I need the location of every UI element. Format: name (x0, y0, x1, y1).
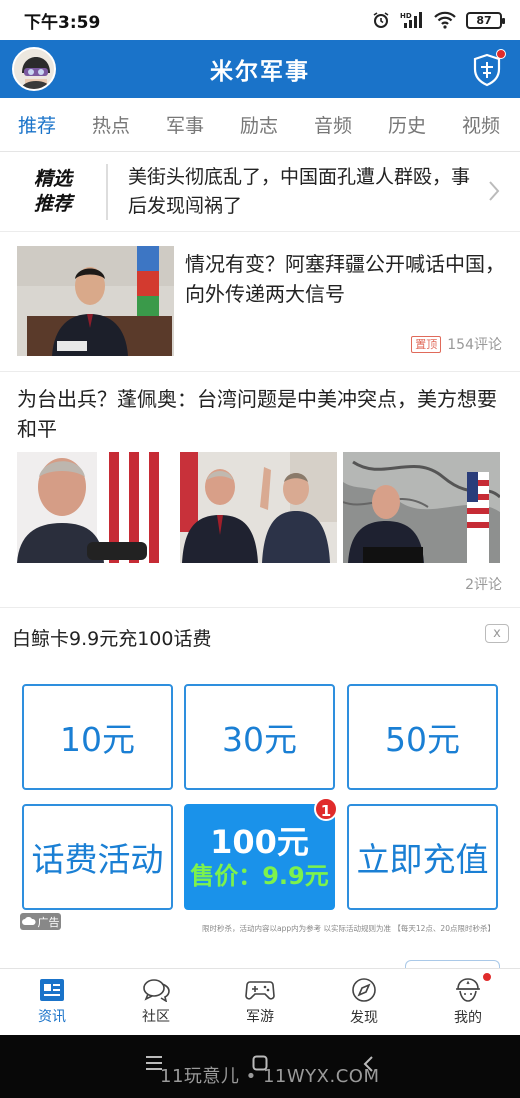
profile-icon (456, 978, 480, 1002)
status-bar: 下午3:59 HD 87 (0, 0, 520, 40)
phone-bill-activity-button[interactable]: 话费活动 (22, 804, 173, 910)
app-header: 米尔军事 (0, 40, 520, 98)
promo-100-card[interactable]: 100元 售价：9.9元 (184, 804, 335, 910)
featured-recommendation[interactable]: 精选 推荐 美街头彻底乱了，中国面孔遭人群殴，事后发现闯祸了 (0, 152, 520, 232)
nav-news-label: 资讯 (38, 1009, 66, 1025)
news-item[interactable]: 为台出兵？蓬佩奥：台湾问题是中美冲突点，美方想要和平 2评论 (0, 372, 520, 608)
news-item[interactable]: 情况有变？阿塞拜疆公开喊话中国，向外传递两大信号 置顶 154评论 (0, 232, 520, 372)
svg-text:HD: HD (400, 12, 412, 20)
chevron-right-icon (489, 181, 500, 201)
featured-title: 美街头彻底乱了，中国面孔遭人群殴，事后发现闯祸了 (128, 165, 471, 217)
ad-label: 广告 (20, 913, 61, 930)
wifi-icon (434, 11, 456, 29)
nav-discover-label: 发现 (350, 1010, 378, 1026)
recharge-option-50[interactable]: 50元 (347, 684, 498, 790)
shield-button[interactable] (468, 49, 506, 89)
gamepad-icon (245, 981, 275, 1000)
status-time: 下午3:59 (24, 12, 101, 33)
tab-audio[interactable]: 音频 (296, 111, 370, 138)
nav-games[interactable]: 军游 (208, 969, 312, 1035)
nav-community[interactable]: 社区 (104, 969, 208, 1035)
article-title: 为台出兵？蓬佩奥：台湾问题是中美冲突点，美方想要和平 (17, 387, 497, 441)
ad-title[interactable]: 白鲸卡9.9元充100话费 (12, 624, 211, 651)
nav-games-label: 军游 (246, 1009, 274, 1025)
battery-level: 87 (476, 13, 492, 27)
ad-disclaimer: 限时秒杀，活动内容以app内为参考 以实际活动规则为准 【每天12点、20点限时… (202, 924, 495, 933)
nav-news[interactable]: 资讯 (0, 969, 104, 1035)
featured-badge-line2: 推荐 (33, 192, 72, 215)
article-thumbnail (343, 452, 500, 563)
article-meta: 置顶 154评论 (411, 334, 502, 354)
ad-label-text: 广告 (37, 915, 60, 929)
tab-inspire[interactable]: 励志 (222, 111, 296, 138)
watermark: 11玩意儿 • 11WYX.COM (160, 1066, 380, 1087)
tab-history[interactable]: 历史 (370, 111, 444, 138)
featured-badge: 精选 推荐 (0, 163, 108, 220)
promo-sale-price: 售价：9.9元 (190, 862, 329, 890)
alarm-icon (373, 12, 389, 28)
nav-profile[interactable]: 我的 (416, 969, 520, 1035)
notification-dot (496, 49, 506, 59)
nav-profile-label: 我的 (454, 1010, 482, 1026)
article-title: 情况有变？阿塞拜疆公开喊话中国，向外传递两大信号 (185, 252, 505, 306)
cloud-icon (21, 917, 36, 925)
tab-hot[interactable]: 热点 (74, 111, 148, 138)
recharge-now-button[interactable]: 立即充值 (347, 804, 498, 910)
avatar[interactable] (12, 47, 56, 91)
recharge-option-10[interactable]: 10元 (22, 684, 173, 790)
article-thumbnail (17, 452, 174, 563)
notification-dot (482, 972, 492, 982)
promo-price: 100元 (210, 823, 309, 861)
promo-badge: 1 (314, 797, 338, 821)
app-title: 米尔军事 (210, 59, 310, 85)
ad-close-button[interactable]: x (485, 624, 509, 643)
article-thumbnail (180, 452, 337, 563)
hd-signal-icon: HD (400, 12, 422, 28)
tab-military[interactable]: 军事 (148, 111, 222, 138)
pin-tag: 置顶 (411, 335, 442, 353)
article-meta: 2评论 (465, 574, 502, 594)
nav-discover[interactable]: 发现 (312, 969, 416, 1035)
article-thumbnail (17, 246, 174, 356)
news-icon (40, 979, 64, 1001)
tab-recommend[interactable]: 推荐 (0, 111, 74, 138)
comment-count: 2评论 (465, 577, 502, 593)
recharge-option-30[interactable]: 30元 (184, 684, 335, 790)
category-tabs: 推荐 热点 军事 励志 音频 历史 视频 (0, 98, 520, 152)
battery-icon: 87 (466, 11, 505, 29)
bottom-nav: 资讯 社区 军游 发现 我的 (0, 968, 520, 1035)
comment-count: 154评论 (447, 337, 502, 353)
avatar-icon (14, 49, 54, 89)
chat-icon (143, 979, 170, 1002)
status-icons: HD 87 (372, 11, 505, 29)
tab-video[interactable]: 视频 (444, 111, 518, 138)
nav-community-label: 社区 (142, 1009, 170, 1025)
featured-badge-line1: 精选 (33, 167, 72, 190)
compass-icon (352, 978, 376, 1002)
